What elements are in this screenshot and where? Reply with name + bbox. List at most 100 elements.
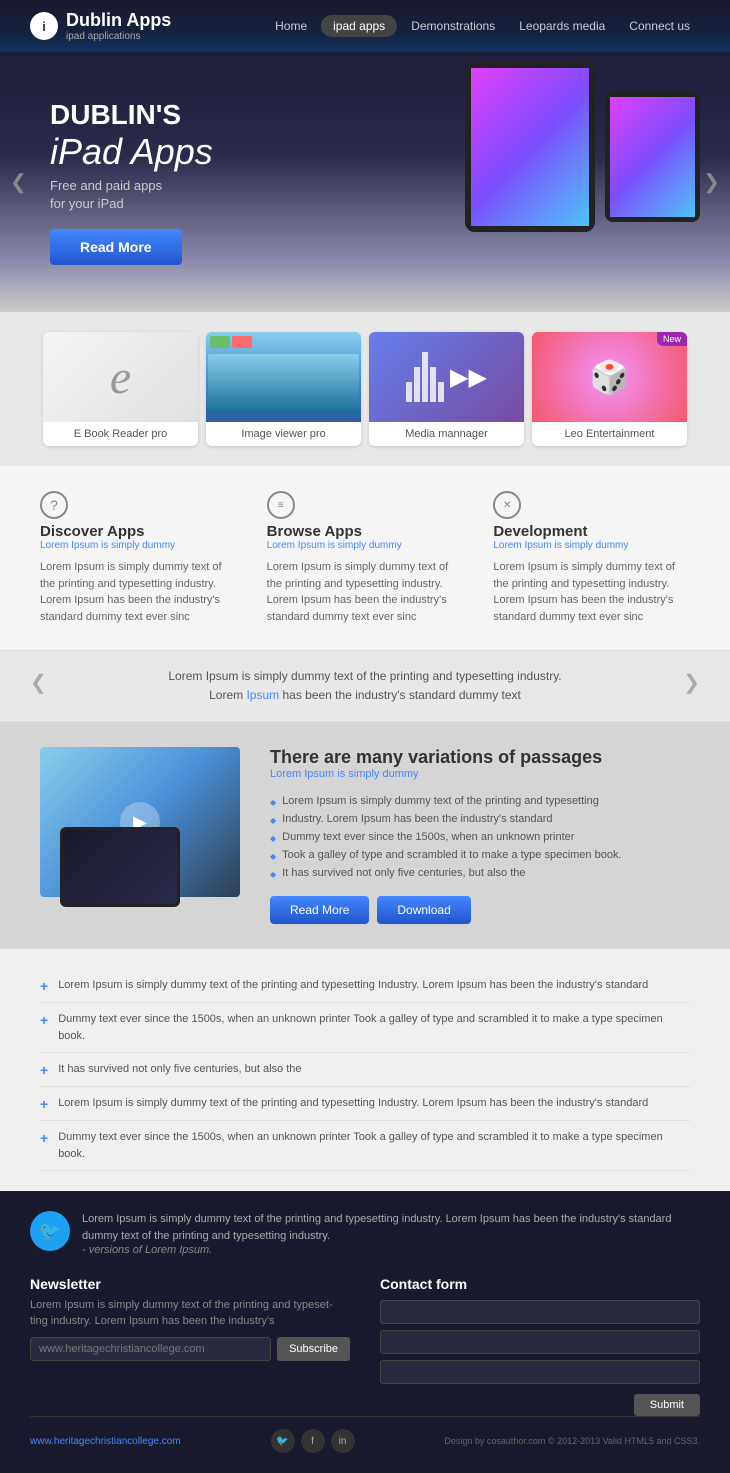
app-thumb-viewer: [206, 332, 361, 422]
dev-text: Lorem Ipsum is simply dummy text of the …: [493, 559, 690, 625]
footer-newsletter: Newsletter Lorem Ipsum is simply dummy t…: [30, 1276, 350, 1416]
features-section: ? Discover Apps Lorem Ipsum is simply du…: [0, 466, 730, 650]
newsletter-title: Newsletter: [30, 1276, 350, 1292]
app-card-ebook[interactable]: e E Book Reader pro: [43, 332, 198, 446]
accordion-text-2: It has survived not only five centuries,…: [58, 1061, 301, 1078]
accordion-item-3[interactable]: + Lorem Ipsum is simply dummy text of th…: [40, 1087, 690, 1121]
new-badge: New: [657, 332, 687, 346]
nav-demonstrations[interactable]: Demonstrations: [401, 15, 505, 37]
accordion-plus-4: +: [40, 1130, 48, 1146]
contact-title: Contact form: [380, 1276, 700, 1292]
discover-sub: Lorem Ipsum is simply dummy: [40, 540, 237, 551]
accordion-plus-2: +: [40, 1062, 48, 1078]
accordion-text-0: Lorem Ipsum is simply dummy text of the …: [58, 977, 648, 994]
submit-button[interactable]: Submit: [634, 1394, 700, 1416]
app-card-viewer[interactable]: Image viewer pro: [206, 332, 361, 446]
video-left: ▶: [40, 747, 240, 897]
hero-title-main: DUBLIN'S: [50, 99, 700, 131]
facebook-social-button[interactable]: f: [301, 1429, 325, 1453]
accordion-section: + Lorem Ipsum is simply dummy text of th…: [0, 949, 730, 1191]
list-item: ◆ Lorem Ipsum is simply dummy text of th…: [270, 792, 690, 810]
dev-icon: ✕: [493, 491, 521, 519]
accordion-item-4[interactable]: + Dummy text ever since the 1500s, when …: [40, 1121, 690, 1171]
linkedin-social-button[interactable]: in: [331, 1429, 355, 1453]
accordion-item-2[interactable]: + It has survived not only five centurie…: [40, 1053, 690, 1087]
video-title: There are many variations of passages: [270, 747, 690, 768]
list-item: ◆ It has survived not only five centurie…: [270, 864, 690, 882]
video-read-more-button[interactable]: Read More: [270, 896, 369, 924]
footer-top: 🐦 Lorem Ipsum is simply dummy text of th…: [30, 1211, 700, 1256]
nav-leopards-media[interactable]: Leopards media: [509, 15, 615, 37]
newsletter-text: Lorem Ipsum is simply dummy text of the …: [30, 1298, 350, 1329]
hero-content: DUBLIN'S iPad Apps Free and paid apps fo…: [0, 69, 730, 295]
video-list: ◆ Lorem Ipsum is simply dummy text of th…: [270, 792, 690, 882]
app-label-media: Media mannager: [369, 422, 524, 446]
video-actions: Read More Download: [270, 896, 690, 924]
accordion-plus-0: +: [40, 978, 48, 994]
accordion-plus-3: +: [40, 1096, 48, 1112]
video-sub: Lorem Ipsum is simply dummy: [270, 768, 690, 780]
hero-title-ipad: iPad Apps: [50, 131, 700, 173]
testimonial-section: ❮ Lorem Ipsum is simply dummy text of th…: [0, 650, 730, 722]
app-card-media[interactable]: ▶▶ Media mannager: [369, 332, 524, 446]
download-button[interactable]: Download: [377, 896, 470, 924]
testimonial-text1: Lorem Ipsum is simply dummy text of the …: [168, 669, 561, 683]
app-label-viewer: Image viewer pro: [206, 422, 361, 446]
nav-ipad-apps[interactable]: ipad apps: [321, 15, 397, 37]
dev-title: Development: [493, 523, 690, 540]
twitter-icon: 🐦: [30, 1211, 70, 1251]
twitter-social-button[interactable]: 🐦: [271, 1429, 295, 1453]
footer: 🐦 Lorem Ipsum is simply dummy text of th…: [0, 1191, 730, 1473]
feature-development: ✕ Development Lorem Ipsum is simply dumm…: [493, 491, 690, 625]
footer-columns: Newsletter Lorem Ipsum is simply dummy t…: [30, 1276, 700, 1416]
logo-area: i Dublin Apps ipad applications: [30, 10, 171, 42]
hero-desc: Free and paid apps for your iPad: [50, 177, 700, 213]
discover-title: Discover Apps: [40, 523, 237, 540]
logo-icon: i: [30, 12, 58, 40]
tweet-italic: - versions of Lorem Ipsum.: [82, 1244, 700, 1256]
newsletter-input[interactable]: [30, 1337, 271, 1361]
browse-icon: ≡: [267, 491, 295, 519]
nav-connect-us[interactable]: Connect us: [619, 15, 700, 37]
contact-name-input[interactable]: [380, 1300, 700, 1324]
discover-icon: ?: [40, 491, 68, 519]
header: i Dublin Apps ipad applications Home ipa…: [0, 0, 730, 52]
video-section: ▶ There are many variations of passages …: [0, 722, 730, 949]
browse-text: Lorem Ipsum is simply dummy text of the …: [267, 559, 464, 625]
site-title: Dublin Apps: [66, 10, 171, 31]
accordion-item-1[interactable]: + Dummy text ever since the 1500s, when …: [40, 1003, 690, 1053]
footer-social: 🐦 f in: [271, 1429, 355, 1453]
hero-next-arrow[interactable]: ❯: [703, 170, 720, 195]
browse-title: Browse Apps: [267, 523, 464, 540]
hero-section: ❮ DUBLIN'S iPad Apps Free and paid apps …: [0, 52, 730, 312]
browse-sub: Lorem Ipsum is simply dummy: [267, 540, 464, 551]
tweet-text: Lorem Ipsum is simply dummy text of the …: [82, 1211, 700, 1244]
feature-discover: ? Discover Apps Lorem Ipsum is simply du…: [40, 491, 237, 625]
copyright-text: Design by cosauthor.com © 2012-2013 Vali…: [444, 1436, 700, 1446]
hero-read-more-button[interactable]: Read More: [50, 229, 182, 265]
footer-contact-form: Contact form Submit: [380, 1276, 700, 1416]
subscribe-button[interactable]: Subscribe: [277, 1337, 350, 1361]
video-right: There are many variations of passages Lo…: [270, 747, 690, 924]
footer-bottom: www.heritagechristiancollege.com 🐦 f in …: [30, 1416, 700, 1453]
app-label-leo: Leo Entertainment: [532, 422, 687, 446]
nav-home[interactable]: Home: [265, 15, 317, 37]
feature-browse: ≡ Browse Apps Lorem Ipsum is simply dumm…: [267, 491, 464, 625]
footer-twitter: 🐦 Lorem Ipsum is simply dummy text of th…: [30, 1211, 700, 1256]
quote-right: ❯: [683, 667, 700, 699]
list-item: ◆ Industry. Lorem Ipsum has been the ind…: [270, 810, 690, 828]
app-thumb-ebook: e: [43, 332, 198, 422]
testimonial-text2: Lorem Ipsum has been the industry's stan…: [209, 688, 521, 702]
quote-left: ❮: [30, 667, 47, 699]
accordion-text-1: Dummy text ever since the 1500s, when an…: [58, 1011, 690, 1044]
hero-prev-arrow[interactable]: ❮: [10, 170, 27, 195]
accordion-item-0[interactable]: + Lorem Ipsum is simply dummy text of th…: [40, 969, 690, 1003]
main-nav: Home ipad apps Demonstrations Leopards m…: [265, 15, 700, 37]
footer-tweet: Lorem Ipsum is simply dummy text of the …: [82, 1211, 700, 1256]
discover-text: Lorem Ipsum is simply dummy text of the …: [40, 559, 237, 625]
logo-text: Dublin Apps ipad applications: [66, 10, 171, 42]
contact-subject-input[interactable]: [380, 1360, 700, 1384]
list-item: ◆ Dummy text ever since the 1500s, when …: [270, 828, 690, 846]
app-card-leo[interactable]: 🎲 New Leo Entertainment: [532, 332, 687, 446]
contact-email-input[interactable]: [380, 1330, 700, 1354]
